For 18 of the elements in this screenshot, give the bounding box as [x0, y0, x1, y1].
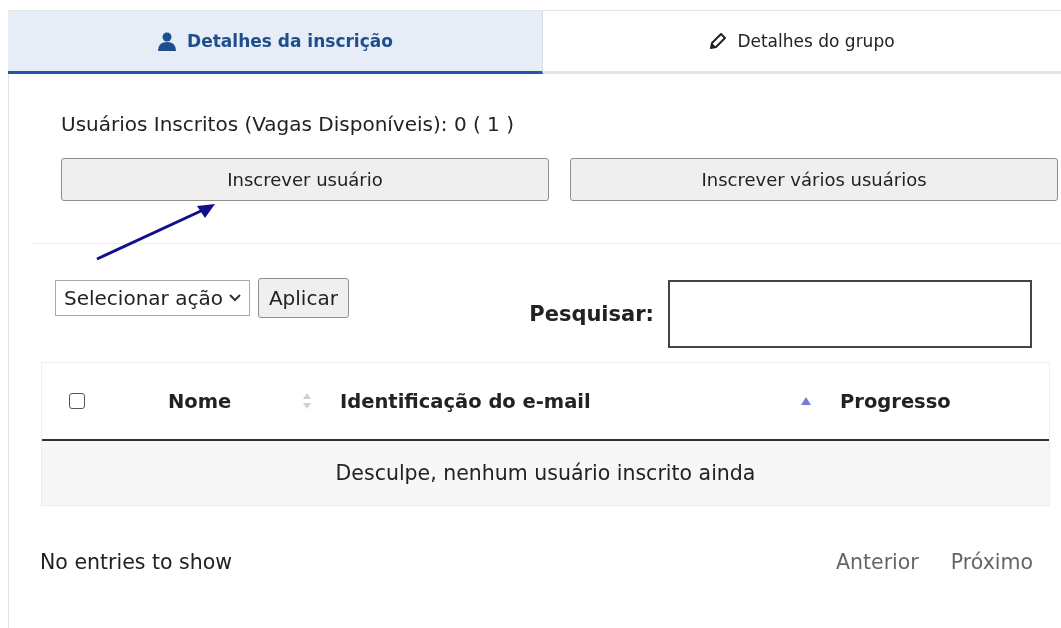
column-header[interactable]: Identificação do e-mail — [340, 389, 591, 413]
enroll-button[interactable]: Inscrever usuário — [61, 158, 549, 201]
select-all-checkbox[interactable] — [69, 393, 85, 409]
pencil-icon — [709, 32, 728, 50]
enrollment-summary: Usuários Inscritos (Vagas Disponíveis): 0 ( 1 ) — [61, 112, 515, 136]
search-label: Pesquisar: — [529, 302, 654, 326]
enroll-button[interactable]: Inscrever vários usuários — [570, 158, 1058, 201]
column-header[interactable]: Nome — [168, 389, 232, 413]
empty-table-message: Desculpe, nenhum usuário inscrito ainda — [42, 441, 1049, 505]
sort-ascending-icon[interactable] — [800, 396, 812, 406]
entries-info: No entries to show — [40, 550, 233, 574]
tab[interactable]: Detalhes da inscrição — [8, 11, 543, 74]
column-header[interactable]: Progresso — [840, 389, 951, 413]
action-select[interactable]: Selecionar ação — [55, 280, 250, 316]
caret-icon — [228, 294, 241, 302]
search-field[interactable] — [668, 280, 1032, 348]
apply-button[interactable]: Aplicar — [257, 278, 349, 318]
user-icon — [157, 31, 178, 51]
